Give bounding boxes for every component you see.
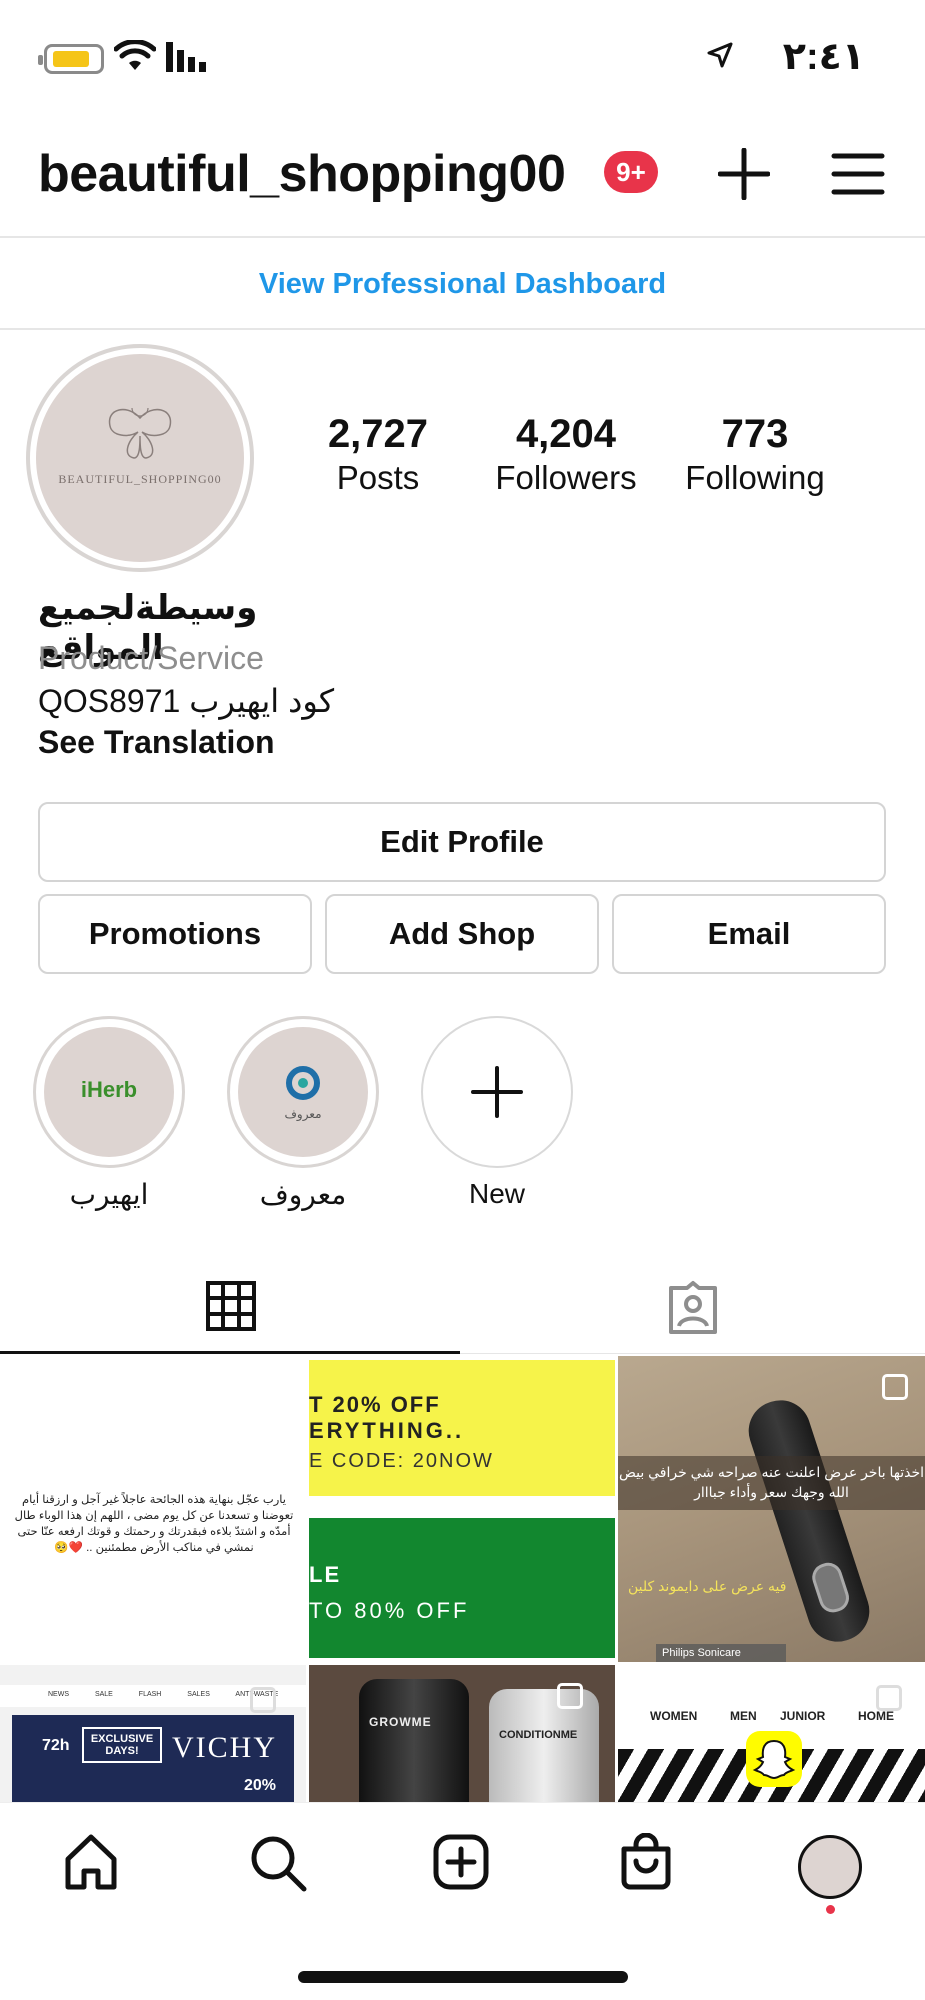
notification-badge[interactable]: 9+	[604, 151, 658, 193]
clock: ٢:٤١	[782, 36, 865, 78]
new-post-icon[interactable]	[432, 1833, 490, 1891]
post-offer-text: فيه عرض على دايموند كلين	[628, 1578, 787, 1594]
post-tile[interactable]: يارب عجّل بنهاية هذه الجائحة عاجلاً غير …	[0, 1356, 306, 1662]
post-text: يارب عجّل بنهاية هذه الجائحة عاجلاً غير …	[14, 1494, 294, 1554]
butterfly-icon	[108, 407, 172, 459]
highlight-ring: معروف	[227, 1016, 379, 1168]
toothbrush-image	[740, 1392, 878, 1650]
post-tile[interactable]: GROWME CONDITIONME	[309, 1665, 615, 1802]
highlight-ring	[421, 1016, 573, 1168]
stat-followers[interactable]: 4,204 Followers	[486, 412, 646, 497]
promo-line: E CODE: 20NOW	[309, 1450, 494, 1472]
home-indicator	[298, 1971, 628, 1983]
menu-item: MEN	[730, 1709, 757, 1723]
avatar-brand-text: BEAUTIFUL_SHOPPING00	[58, 472, 222, 486]
brand-name: VICHY	[172, 1731, 277, 1764]
add-shop-button[interactable]: Add Shop	[325, 894, 599, 974]
bottle-label: CONDITIONME	[499, 1729, 578, 1741]
menu-icon[interactable]	[830, 152, 886, 196]
promotions-button[interactable]: Promotions	[38, 894, 312, 974]
professional-dashboard-link[interactable]: View Professional Dashboard	[0, 238, 925, 330]
posts-grid: يارب عجّل بنهاية هذه الجائحة عاجلاً غير …	[0, 1356, 925, 1802]
menu-item: HOME	[858, 1709, 894, 1723]
maroof-logo-icon	[286, 1066, 320, 1100]
promo-exclusive: EXCLUSIVE DAYS!	[82, 1727, 162, 1763]
post-tile[interactable]: WOMEN MEN JUNIOR HOME	[618, 1665, 925, 1802]
home-icon[interactable]	[62, 1833, 120, 1891]
create-plus-icon[interactable]	[718, 148, 770, 200]
highlight-label: New	[468, 1178, 525, 1209]
tab-tagged[interactable]	[460, 1270, 925, 1354]
promo-line: ERYTHING..	[309, 1418, 465, 1443]
stat-following[interactable]: 773 Following	[678, 412, 832, 497]
carousel-icon	[250, 1687, 276, 1713]
search-icon[interactable]	[248, 1833, 308, 1893]
post-tile[interactable]: T 20% OFF ERYTHING.. E CODE: 20NOW LE TO…	[309, 1356, 615, 1662]
highlight-new[interactable]: New	[420, 1016, 574, 1210]
profile-avatar-tab[interactable]	[798, 1835, 862, 1899]
profile-header: beautiful_shopping00 9+	[0, 120, 925, 238]
post-tile[interactable]: اخذتها باخر عرض اعلنت عنه صراحه شي خرافي…	[618, 1356, 925, 1662]
snapchat-icon	[746, 1731, 802, 1787]
menu-item: WOMEN	[650, 1709, 698, 1723]
promo-percent: 20%	[244, 1777, 277, 1794]
iherb-logo: iHerb	[80, 1077, 138, 1102]
promo-line: TO 80% OFF	[309, 1598, 470, 1623]
battery-icon	[38, 44, 104, 74]
stat-posts[interactable]: 2,727 Posts	[318, 412, 438, 497]
highlight-label: معروف	[259, 1179, 347, 1210]
see-translation-link[interactable]: See Translation	[38, 724, 275, 761]
post-caption: اخذتها باخر عرض اعلنت عنه صراحه شي خرافي…	[618, 1456, 925, 1510]
bottle-label: GROWME	[369, 1715, 432, 1729]
grid-icon	[206, 1281, 256, 1331]
signal-icon	[166, 42, 206, 72]
promo-line: T 20% OFF	[309, 1392, 441, 1417]
stat-value: 4,204	[515, 412, 617, 456]
username[interactable]: beautiful_shopping00	[38, 144, 566, 204]
menu-item: JUNIOR	[780, 1709, 826, 1723]
stat-label: Following	[685, 459, 825, 496]
tagged-person-icon	[669, 1281, 717, 1334]
carousel-icon	[557, 1683, 583, 1709]
plus-icon	[471, 1066, 523, 1118]
highlight-maroof[interactable]: معروف معروف	[226, 1016, 380, 1211]
carousel-icon	[876, 1685, 902, 1711]
wifi-icon	[114, 40, 156, 70]
promo-line: LE	[309, 1562, 342, 1587]
highlight-ring: iHerb	[33, 1016, 185, 1168]
highlight-cover: iHerb	[44, 1027, 174, 1157]
highlight-iherb[interactable]: iHerb ايهيرب	[32, 1016, 186, 1211]
stat-value: 2,727	[327, 412, 429, 456]
promo-banner-green: LE TO 80% OFF	[309, 1518, 615, 1658]
post-tile[interactable]: NEWS SALE FLASH SALES ANTI-WASTE 72h EXC…	[0, 1665, 306, 1802]
profile-category: Product/Service	[38, 640, 264, 676]
edit-profile-button[interactable]: Edit Profile	[38, 802, 886, 882]
bottle-image	[359, 1679, 469, 1802]
carousel-icon	[882, 1374, 908, 1400]
status-bar: ٢:٤١	[0, 0, 925, 110]
vichy-banner: 72h EXCLUSIVE DAYS! VICHY 20%	[12, 1715, 294, 1802]
promo-hours: 72h	[42, 1737, 70, 1754]
promo-banner-yellow: T 20% OFF ERYTHING.. E CODE: 20NOW	[309, 1360, 615, 1496]
profile-tabs	[0, 1270, 925, 1354]
location-arrow-icon	[707, 42, 733, 68]
bio-text: QOS8971 كود ايهيرب	[38, 683, 335, 719]
highlight-cover: معروف	[238, 1027, 368, 1157]
tab-posts-grid[interactable]	[0, 1270, 460, 1354]
bottom-nav	[0, 1802, 925, 2000]
stat-label: Followers	[495, 459, 637, 496]
avatar[interactable]: BEAUTIFUL_SHOPPING00	[36, 354, 244, 562]
product-tag: Philips Sonicare	[656, 1644, 786, 1662]
stat-value: 773	[721, 412, 789, 456]
maroof-logo-text: معروف	[284, 1107, 322, 1121]
highlight-label: ايهيرب	[69, 1179, 149, 1210]
shop-bag-icon[interactable]	[618, 1833, 674, 1891]
stat-label: Posts	[336, 459, 420, 496]
email-button[interactable]: Email	[612, 894, 886, 974]
activity-dot	[826, 1905, 835, 1914]
